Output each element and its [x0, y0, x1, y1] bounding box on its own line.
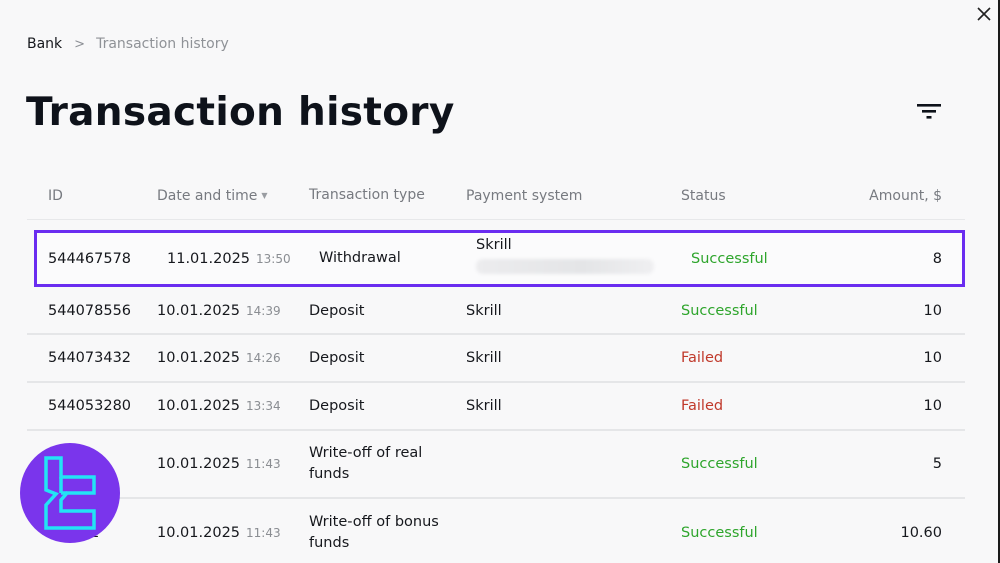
row-payment-system: Skrill	[466, 398, 502, 414]
row-id: 544467578	[48, 250, 132, 267]
row-status: Successful	[681, 303, 758, 319]
table-row[interactable]: 544053280 10.01.2025 13:34 Deposit Skrill…	[27, 383, 965, 431]
column-header-id[interactable]: ID	[27, 188, 157, 204]
row-datetime: 10.01.2025 11:43	[157, 525, 309, 541]
row-date: 11.01.2025	[167, 250, 251, 267]
row-type: Write-off of real funds	[309, 445, 423, 482]
row-time: 14:26	[246, 351, 281, 365]
filter-icon	[917, 104, 941, 119]
row-type: Write-off of bonus funds	[309, 514, 439, 551]
column-header-date-label: Date and time	[157, 187, 258, 204]
row-status: Successful	[691, 250, 768, 267]
table-row[interactable]: …5112 10.01.202511:43 Write-off of bonus…	[27, 499, 965, 563]
row-amount: 10	[923, 303, 942, 319]
row-payment-system: Skrill	[466, 350, 502, 366]
table-header: ID Date and time ▼ Transaction type Payme…	[27, 172, 965, 220]
row-status: Failed	[681, 350, 724, 366]
table-row[interactable]: 544073432 10.01.2025 14:26 Deposit Skrill…	[27, 335, 965, 383]
row-time: 11:43	[246, 457, 281, 471]
breadcrumb-bank-link[interactable]: Bank	[27, 36, 62, 52]
breadcrumb-separator: >	[74, 36, 86, 52]
row-id: 544073432	[48, 350, 132, 366]
column-header-type[interactable]: Transaction type	[309, 185, 466, 206]
row-type: Deposit	[309, 349, 365, 366]
row-datetime: 10.01.2025 11:43	[157, 456, 309, 472]
watermark-logo	[20, 443, 120, 543]
row-datetime: 11.01.2025 13:50	[167, 251, 319, 267]
row-type: Withdrawal	[319, 250, 401, 266]
row-payment: Skrill	[476, 237, 691, 274]
row-datetime: 10.01.2025 14:39	[157, 303, 309, 319]
row-time: 13:34	[246, 399, 281, 413]
close-button[interactable]	[974, 4, 994, 24]
row-datetime: 10.01.2025 13:34	[157, 398, 309, 414]
row-status: Successful	[681, 525, 758, 541]
row-amount: 10.60	[900, 525, 942, 541]
payment-detail-blurred	[476, 259, 654, 274]
row-amount: 8	[932, 250, 942, 267]
row-amount: 10	[923, 398, 942, 414]
row-status: Failed	[681, 398, 724, 414]
column-header-date[interactable]: Date and time ▼	[157, 188, 309, 204]
row-id: 544078556	[48, 303, 132, 319]
row-datetime: 10.01.2025 14:26	[157, 350, 309, 366]
row-payment-system: Skrill	[476, 237, 512, 253]
row-date: 10.01.2025	[157, 350, 241, 366]
page-title: Transaction history	[26, 90, 455, 135]
column-header-amount[interactable]: Amount, $	[831, 188, 965, 204]
column-header-status[interactable]: Status	[681, 188, 831, 204]
breadcrumb-current: Transaction history	[96, 36, 229, 52]
row-type: Deposit	[309, 397, 365, 414]
row-time: 13:50	[256, 251, 291, 266]
sort-caret-icon: ▼	[261, 190, 268, 200]
row-payment-system: Skrill	[466, 303, 502, 319]
filter-button[interactable]	[914, 100, 944, 124]
row-amount: 5	[932, 456, 942, 472]
row-time: 11:43	[246, 526, 281, 540]
row-time: 14:39	[246, 304, 281, 318]
row-date: 10.01.2025	[157, 525, 241, 541]
row-date: 10.01.2025	[157, 398, 241, 414]
row-amount: 10	[923, 350, 942, 366]
column-header-payment[interactable]: Payment system	[466, 188, 681, 204]
row-date: 10.01.2025	[157, 456, 241, 472]
breadcrumb: Bank > Transaction history	[27, 36, 229, 52]
close-icon	[977, 7, 991, 21]
row-id: 544053280	[48, 398, 132, 414]
table-row[interactable]: 544078556 10.01.2025 14:39 Deposit Skrill…	[27, 289, 965, 335]
row-date: 10.01.2025	[157, 303, 241, 319]
table-row[interactable]: …144 10.01.202511:43 Write-off of real f…	[27, 431, 965, 499]
table-row-highlighted[interactable]: 544467578 11.01.2025 13:50 Withdrawal Skr…	[34, 230, 965, 287]
transactions-table: ID Date and time ▼ Transaction type Payme…	[27, 172, 965, 563]
row-status: Successful	[681, 456, 758, 472]
tradingfinder-logo-icon	[44, 456, 96, 530]
row-type: Deposit	[309, 302, 365, 319]
